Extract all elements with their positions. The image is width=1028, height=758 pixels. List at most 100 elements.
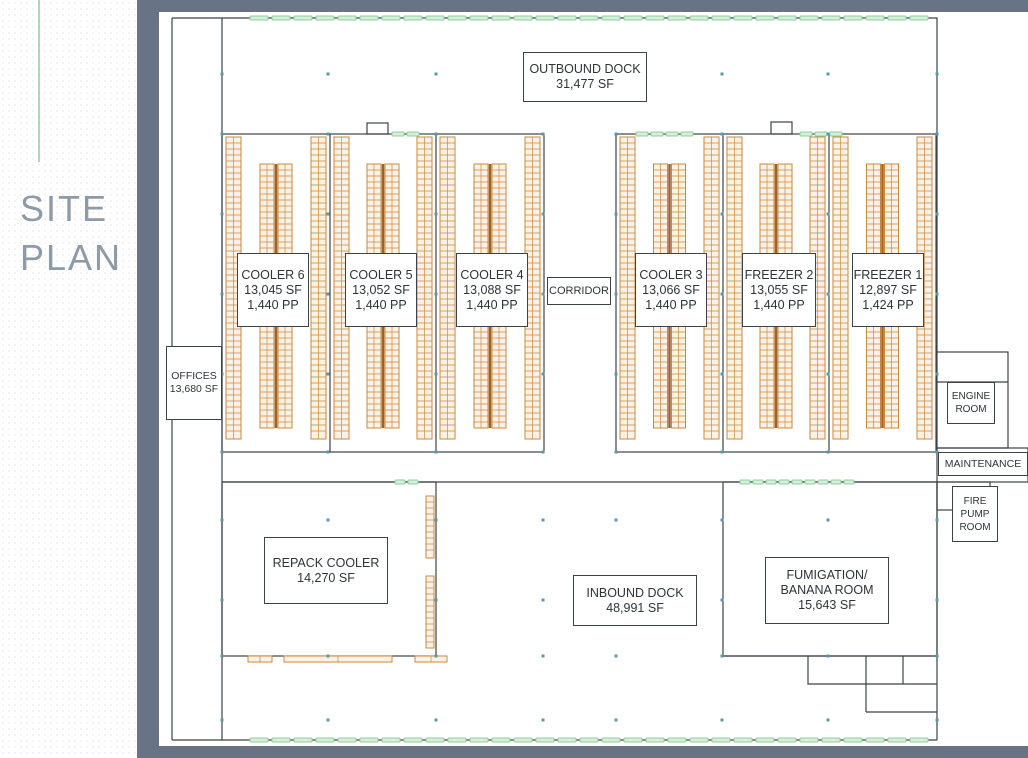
- column-marker: [826, 518, 830, 522]
- column-marker: [935, 132, 939, 136]
- fire-pump-line-3: ROOM: [959, 521, 991, 533]
- dock-door-top: [403, 15, 423, 21]
- outbound-dock-name: OUTBOUND DOCK: [529, 62, 641, 76]
- freezer-2-name: FREEZER 2: [744, 267, 814, 282]
- cooler-3-name: COOLER 3: [639, 267, 703, 282]
- inbound-dock-label: INBOUND DOCK 48,991 SF: [573, 575, 697, 626]
- repack-rack-lower: [425, 575, 435, 649]
- repack-rack-bottom-1: [247, 655, 273, 663]
- dock-door-bottom: [777, 737, 797, 743]
- dock-doors: [249, 15, 929, 743]
- dock-door-bottom: [689, 737, 709, 743]
- dock-door-bottom: [557, 737, 577, 743]
- column-marker: [326, 212, 330, 216]
- cooler-3-label: COOLER 3 13,066 SF 1,440 PP: [635, 253, 707, 327]
- dock-door-top: [799, 15, 819, 21]
- dock-door-top: [645, 15, 665, 21]
- column-marker: [614, 132, 618, 136]
- dock-door-top: [337, 15, 357, 21]
- dock-door-bottom: [623, 737, 643, 743]
- maintenance-name: MAINTENANCE: [944, 457, 1022, 470]
- column-marker: [935, 212, 939, 216]
- column-marker: [220, 450, 224, 454]
- fire-pump-line-1: FIRE: [963, 495, 987, 507]
- column-marker: [826, 372, 830, 376]
- column-marker: [541, 450, 545, 454]
- column-marker: [434, 132, 438, 136]
- dock-door-top: [491, 15, 511, 21]
- freezer-2-label: FREEZER 2 13,055 SF 1,440 PP: [742, 253, 816, 327]
- outbound-dock-label: OUTBOUND DOCK 31,477 SF: [523, 52, 647, 102]
- engine-room-label: ENGINE ROOM: [947, 382, 995, 424]
- dock-door-top: [381, 15, 401, 21]
- cooler-5-area: 13,052 SF: [352, 282, 410, 297]
- dock-door-bottom: [821, 737, 841, 743]
- dock-door-top: [359, 15, 379, 21]
- column-marker: [541, 518, 545, 522]
- dock-door-top: [755, 15, 775, 21]
- column-marker: [720, 212, 724, 216]
- dock-door-cooler-top: [406, 131, 420, 137]
- repack-cooler-label: REPACK COOLER 14,270 SF: [264, 537, 388, 604]
- dock-door-bottom: [337, 737, 357, 743]
- column-marker: [614, 372, 618, 376]
- rack-edge-left: [832, 136, 849, 440]
- corridor-label: CORRIDOR: [547, 277, 611, 305]
- column-marker: [614, 450, 618, 454]
- cooler-6-name: COOLER 6: [241, 267, 305, 282]
- cooler-4-area: 13,088 SF: [463, 282, 521, 297]
- column-marker: [326, 654, 330, 658]
- column-marker: [434, 450, 438, 454]
- cooler-5-pallets: 1,440 PP: [355, 297, 407, 312]
- column-marker: [614, 518, 618, 522]
- dock-door-top: [579, 15, 599, 21]
- dock-door-bottom: [887, 737, 907, 743]
- dock-door-bottom: [755, 737, 775, 743]
- column-marker: [935, 598, 939, 602]
- dock-door-cooler-top: [814, 131, 828, 137]
- column-marker: [614, 718, 618, 722]
- maintenance-label: MAINTENANCE: [938, 452, 1028, 476]
- dock-door-top: [865, 15, 885, 21]
- offices-name: OFFICES: [171, 370, 217, 382]
- column-marker: [434, 372, 438, 376]
- column-marker: [614, 212, 618, 216]
- dock-door-cooler-top: [665, 131, 679, 137]
- column-marker: [541, 132, 545, 136]
- dock-door-bottom: [403, 737, 423, 743]
- column-marker: [326, 518, 330, 522]
- dock-door-top: [821, 15, 841, 21]
- dock-door-bottom: [601, 737, 621, 743]
- fumigation-area: 15,643 SF: [798, 598, 856, 612]
- column-marker: [541, 292, 545, 296]
- dock-door-bottom: [447, 737, 467, 743]
- offices-label: OFFICES 13,680 SF: [166, 346, 222, 420]
- rack-edge-right: [416, 136, 433, 440]
- dock-door-bottom: [667, 737, 687, 743]
- dock-door-cooler-top: [635, 131, 649, 137]
- column-marker: [220, 132, 224, 136]
- outbound-dock-area: 31,477 SF: [556, 77, 614, 91]
- column-marker: [720, 372, 724, 376]
- column-marker: [720, 654, 724, 658]
- dock-door-top: [315, 15, 335, 21]
- fumigation-line-2: BANANA ROOM: [780, 583, 874, 597]
- column-marker: [434, 718, 438, 722]
- dock-door-fumigation: [791, 479, 803, 485]
- column-marker: [935, 72, 939, 76]
- freezer-2-area: 13,055 SF: [750, 282, 808, 297]
- column-marker: [935, 372, 939, 376]
- column-marker: [434, 212, 438, 216]
- column-marker: [326, 372, 330, 376]
- dock-door-bottom: [491, 737, 511, 743]
- freezer-1-area: 12,897 SF: [859, 282, 917, 297]
- dock-door-fumigation: [817, 479, 829, 485]
- dock-door-repack: [394, 479, 406, 485]
- column-marker: [826, 132, 830, 136]
- cooler-5-label: COOLER 5 13,052 SF 1,440 PP: [345, 253, 417, 327]
- column-marker: [935, 654, 939, 658]
- dock-door-bottom: [579, 737, 599, 743]
- column-marker: [220, 654, 224, 658]
- column-marker: [220, 212, 224, 216]
- column-marker: [326, 132, 330, 136]
